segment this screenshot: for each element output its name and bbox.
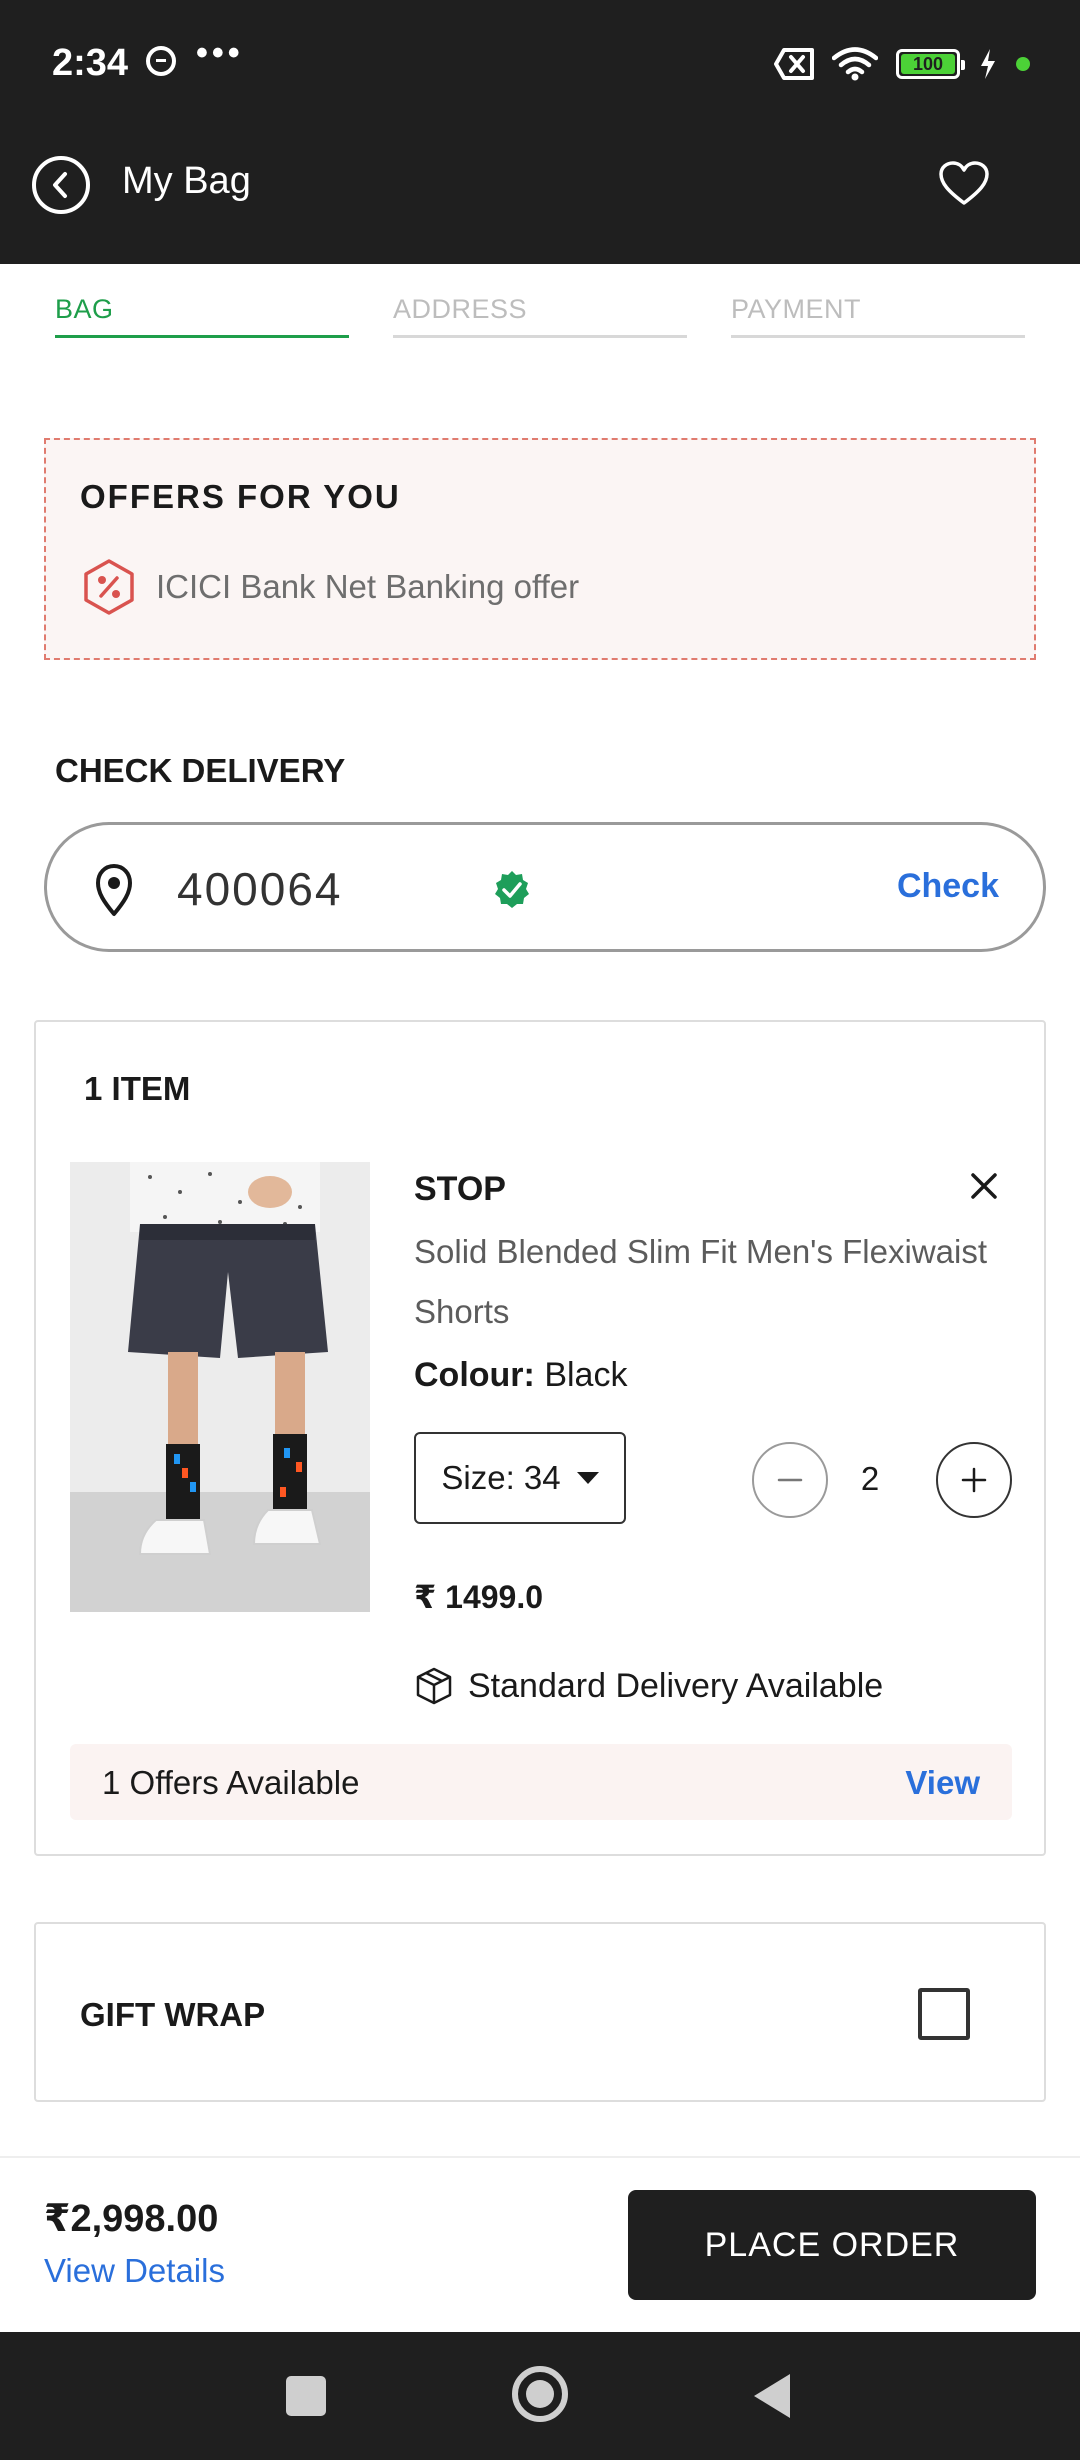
quantity-decrease-button[interactable]	[752, 1442, 828, 1518]
check-delivery-title: CHECK DELIVERY	[55, 752, 346, 789]
more-dots-icon: •••	[196, 34, 244, 72]
remove-item-button[interactable]	[962, 1164, 1006, 1208]
step-address[interactable]: ADDRESS	[393, 290, 687, 338]
view-offers-link[interactable]: View	[905, 1764, 980, 1802]
offers-section: OFFERS FOR YOU ICICI Bank Net Banking of…	[44, 438, 1036, 660]
package-icon	[416, 1667, 452, 1705]
system-nav-bar	[0, 2332, 1080, 2460]
colour-row: Colour: Black	[414, 1356, 627, 1395]
back-triangle-icon[interactable]	[754, 2374, 790, 2418]
checkout-steps: BAG ADDRESS PAYMENT	[55, 290, 1025, 338]
caret-down-icon	[576, 1472, 599, 1484]
recents-icon[interactable]	[286, 2376, 326, 2416]
wishlist-button[interactable]	[936, 156, 992, 212]
check-button[interactable]: Check	[897, 867, 999, 906]
colour-value: Black	[544, 1356, 628, 1394]
step-payment[interactable]: PAYMENT	[731, 290, 1025, 338]
quantity-increase-button[interactable]	[936, 1442, 1012, 1518]
offer-label: ICICI Bank Net Banking offer	[156, 568, 580, 605]
product-photo	[70, 1162, 370, 1612]
product-price: ₹ 1499.0	[414, 1579, 544, 1615]
offer-item[interactable]: ICICI Bank Net Banking offer	[82, 558, 579, 616]
place-order-button[interactable]: PLACE ORDER	[628, 2190, 1036, 2300]
delivery-text: Standard Delivery Available	[468, 1666, 884, 1705]
sim-x-icon	[774, 48, 814, 80]
gift-wrap-label: GIFT WRAP	[80, 1996, 266, 2033]
product-image[interactable]	[70, 1162, 370, 1612]
app-header: My Bag	[0, 130, 1080, 264]
plus-icon	[961, 1467, 987, 1493]
gift-wrap-checkbox[interactable]	[918, 1988, 970, 2040]
battery-icon: 100	[896, 49, 965, 79]
colour-label: Colour:	[414, 1356, 535, 1394]
gift-wrap-card: GIFT WRAP	[34, 1922, 1046, 2102]
cat-icon	[146, 46, 176, 76]
back-button[interactable]	[32, 156, 90, 214]
verified-check-icon	[495, 871, 529, 908]
status-icons: 100	[774, 44, 1030, 84]
step-bag[interactable]: BAG	[55, 290, 349, 338]
minus-icon	[777, 1478, 803, 1482]
delivery-info: Standard Delivery Available	[414, 1666, 883, 1706]
offers-available: 1 Offers Available	[102, 1764, 360, 1801]
view-details-link[interactable]: View Details	[44, 2252, 225, 2290]
pincode-input[interactable]	[177, 857, 477, 921]
product-name[interactable]: Solid Blended Slim Fit Men's Flexiwaist …	[414, 1222, 1014, 1342]
charging-dot	[1016, 57, 1030, 71]
discount-badge-icon	[84, 559, 134, 615]
charging-icon	[981, 49, 995, 79]
status-bar: 2:34 ••• 100	[0, 0, 1080, 130]
offers-title: OFFERS FOR YOU	[80, 478, 401, 515]
status-time: 2:34	[52, 42, 129, 84]
battery-level: 100	[901, 54, 955, 74]
heart-icon	[939, 161, 989, 205]
quantity-value: 2	[860, 1460, 880, 1497]
close-icon	[971, 1173, 997, 1199]
item-offers-strip: 1 Offers Available View	[70, 1744, 1012, 1820]
bag-item-card: 1 ITEM STOP Solid Blended Slim Fit Men's…	[34, 1020, 1046, 1856]
size-select[interactable]: Size: 34	[414, 1432, 626, 1524]
wifi-icon	[832, 47, 878, 81]
pincode-box: Check	[44, 822, 1046, 952]
product-brand: STOP	[414, 1170, 506, 1208]
item-count: 1 ITEM	[84, 1070, 191, 1107]
home-icon[interactable]	[512, 2366, 568, 2422]
order-total: ₹2,998.00	[44, 2198, 219, 2240]
location-pin-icon	[96, 864, 132, 916]
chevron-left-icon	[53, 172, 67, 198]
size-value: Size: 34	[441, 1459, 561, 1496]
checkout-bar: ₹2,998.00 View Details PLACE ORDER	[0, 2156, 1080, 2332]
page-title: My Bag	[122, 160, 251, 202]
